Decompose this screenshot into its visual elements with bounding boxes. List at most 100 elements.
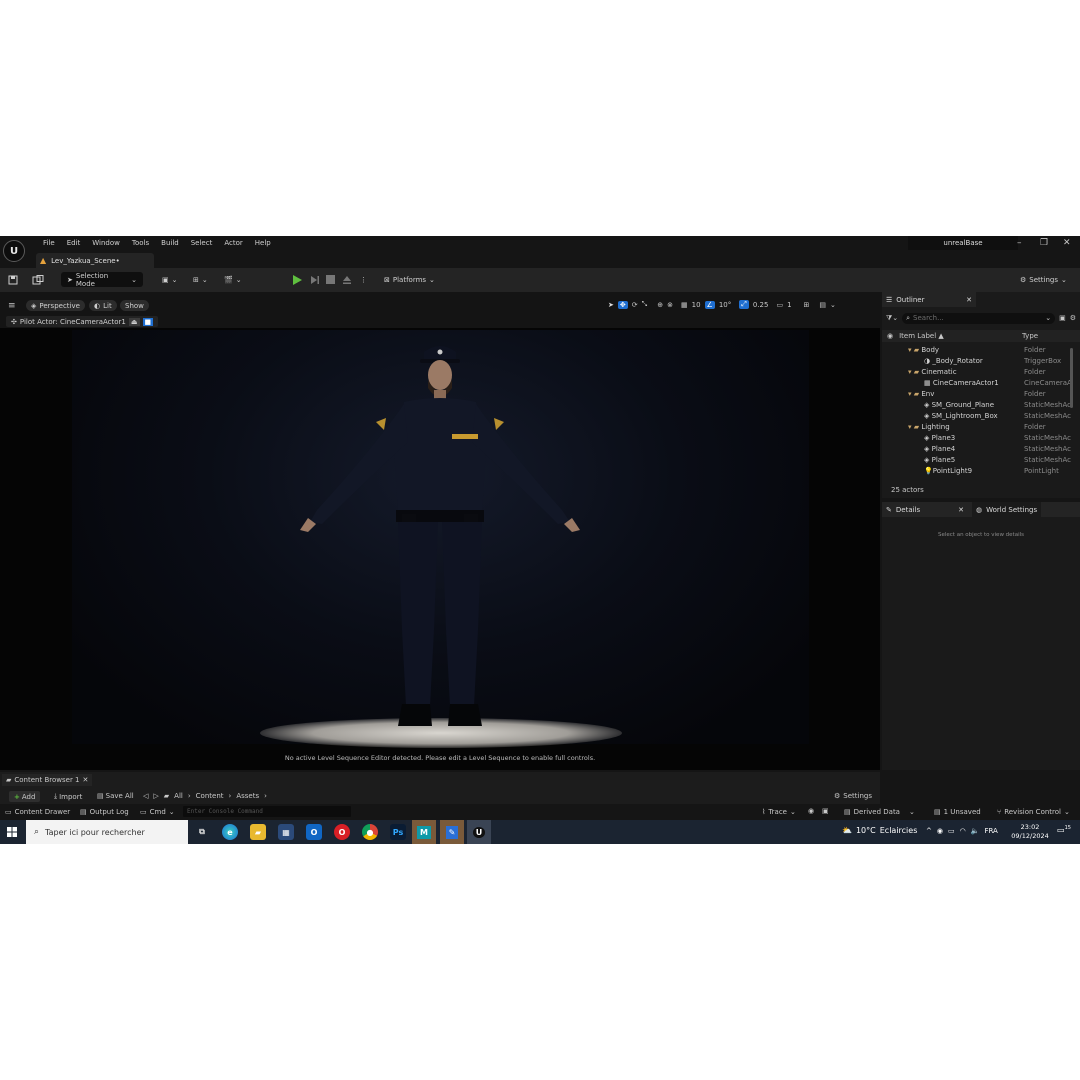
import-button[interactable]: ⤓ Import: [54, 792, 82, 801]
outliner-tab[interactable]: ☰ Outliner ✕: [882, 292, 976, 307]
outliner-row-pointlight9[interactable]: 💡PointLight9 PointLight: [882, 465, 1080, 476]
record-icon[interactable]: ◉: [808, 807, 814, 815]
camera-icon[interactable]: ■: [142, 317, 154, 326]
gear-icon[interactable]: ⚙: [1070, 314, 1076, 322]
outliner-row-lighting[interactable]: ▾ ▰ Lighting Folder: [882, 421, 1080, 432]
level-tab[interactable]: ▲ Lev_Yazkua_Scene•: [36, 253, 154, 268]
menu-file[interactable]: File: [37, 238, 61, 248]
outliner-row-cinecamera[interactable]: ▦ CineCameraActor1 CineCameraA: [882, 377, 1080, 388]
opera-icon[interactable]: O: [334, 824, 350, 840]
forward-icon[interactable]: ▷: [153, 792, 158, 800]
angle-value[interactable]: 10°: [719, 301, 731, 309]
language-label[interactable]: FRA: [984, 827, 997, 835]
content-settings-button[interactable]: ⚙ Settings: [834, 792, 872, 800]
grid-snap-icon[interactable]: ▦: [681, 301, 688, 309]
outliner-row-lightroom-box[interactable]: ◈ SM_Lightroom_Box StaticMeshAc: [882, 410, 1080, 421]
revision-control-dropdown[interactable]: ⑂ Revision Control ⌄: [997, 808, 1070, 816]
clock[interactable]: 23:02 09/12/2024: [1010, 823, 1050, 841]
chevron-up-icon[interactable]: ^: [926, 827, 932, 835]
maximize-viewport-icon[interactable]: ⊞: [804, 301, 810, 309]
back-icon[interactable]: ◁: [143, 792, 148, 800]
outliner-row-body[interactable]: ▾ ▰ Body Folder: [882, 344, 1080, 355]
settings-dropdown[interactable]: ⚙ Settings ⌄: [1020, 272, 1067, 287]
photoshop-icon[interactable]: Ps: [390, 824, 406, 840]
task-view-icon[interactable]: ⧉: [194, 824, 210, 840]
add-folder-icon[interactable]: ▣: [1059, 314, 1066, 322]
hamburger-menu-icon[interactable]: ≡: [8, 301, 16, 311]
volume-icon[interactable]: 🔈: [971, 827, 980, 835]
play-button[interactable]: [292, 272, 302, 287]
crumb-all[interactable]: All: [174, 792, 183, 800]
unreal-logo-icon[interactable]: U: [3, 240, 25, 262]
select-tool-icon[interactable]: ➤: [608, 301, 614, 309]
crumb-content[interactable]: Content: [196, 792, 224, 800]
outliner-row-body-rotator[interactable]: ◑ _Body_Rotator TriggerBox: [882, 355, 1080, 366]
details-tab[interactable]: ✎ Details ✕: [882, 502, 968, 517]
menu-tools[interactable]: Tools: [126, 238, 155, 248]
notifications-icon[interactable]: ▭15: [1057, 825, 1071, 835]
store-icon[interactable]: ▦: [278, 824, 294, 840]
close-tab-icon[interactable]: ✕: [83, 776, 89, 784]
step-icon[interactable]: [310, 272, 320, 287]
scale-tool-icon[interactable]: ⤡: [642, 300, 648, 309]
menu-actor[interactable]: Actor: [218, 238, 248, 248]
weather-widget[interactable]: ⛅ 10°C Eclaircies: [842, 826, 917, 835]
record-tray-icon[interactable]: ◉: [937, 827, 943, 835]
outliner-scrollbar[interactable]: [1070, 348, 1073, 408]
outliner-row-ground-plane[interactable]: ◈ SM_Ground_Plane StaticMeshAc: [882, 399, 1080, 410]
stop-icon[interactable]: [326, 272, 335, 287]
outliner-row-plane4[interactable]: ◈ Plane4 StaticMeshAc: [882, 443, 1080, 454]
tablet-app-icon[interactable]: ✎: [440, 820, 464, 844]
content-browser-tab[interactable]: ▰ Content Browser 1 ✕: [2, 774, 93, 786]
unreal-engine-taskbar-icon[interactable]: U: [467, 820, 491, 844]
content-drawer-button[interactable]: ▭ Content Drawer: [5, 808, 70, 816]
outliner-row-env[interactable]: ▾ ▰ Env Folder: [882, 388, 1080, 399]
outlook-icon[interactable]: O: [306, 824, 322, 840]
scale-value[interactable]: 0.25: [753, 301, 769, 309]
layout-icon[interactable]: ▤: [819, 301, 826, 309]
world-space-icon[interactable]: ⊕: [657, 301, 663, 309]
minimize-icon[interactable]: –: [1017, 238, 1022, 248]
show-button[interactable]: Show: [120, 300, 149, 311]
menu-select[interactable]: Select: [185, 238, 219, 248]
menu-help[interactable]: Help: [249, 238, 277, 248]
screenshot-icon[interactable]: ▣: [822, 807, 829, 815]
cmd-dropdown[interactable]: ▭ Cmd ⌄: [140, 808, 175, 816]
outliner-row-cinematic[interactable]: ▾ ▰ Cinematic Folder: [882, 366, 1080, 377]
camera-speed-value[interactable]: 1: [787, 301, 791, 309]
visibility-icon[interactable]: ◉: [887, 332, 893, 340]
trace-dropdown[interactable]: ⌇ Trace ⌄: [762, 808, 796, 816]
more-options-icon[interactable]: ⋮: [360, 272, 367, 287]
windows-start-icon[interactable]: [7, 827, 17, 839]
save-all-button[interactable]: ▤ Save All: [97, 792, 134, 800]
platforms-dropdown[interactable]: ⊠ Platforms ⌄: [384, 272, 435, 287]
menu-window[interactable]: Window: [86, 238, 126, 248]
level-viewport[interactable]: No active Level Sequence Editor detected…: [0, 328, 880, 770]
add-button[interactable]: + Add: [9, 791, 41, 802]
close-tab-icon[interactable]: ✕: [958, 506, 964, 514]
column-item-label[interactable]: Item Label ▲: [899, 332, 944, 340]
content-icon[interactable]: [32, 272, 44, 287]
save-icon[interactable]: [8, 272, 18, 287]
eject-pilot-icon[interactable]: ⏏: [128, 317, 140, 326]
rotate-tool-icon[interactable]: ⟳: [632, 301, 638, 309]
perspective-button[interactable]: ◈ Perspective: [26, 300, 85, 311]
menu-edit[interactable]: Edit: [61, 238, 87, 248]
outliner-row-plane5[interactable]: ◈ Plane5 StaticMeshAc: [882, 454, 1080, 465]
scale-snap-icon[interactable]: ⤢: [739, 300, 749, 309]
wifi-icon[interactable]: ◠: [960, 827, 966, 835]
taskbar-search-input[interactable]: ⌕ Taper ici pour rechercher: [26, 820, 188, 844]
edge-icon[interactable]: e: [222, 824, 238, 840]
angle-snap-icon[interactable]: ∠: [704, 300, 715, 309]
unsaved-button[interactable]: ▤ 1 Unsaved: [934, 808, 981, 816]
outliner-row-plane3[interactable]: ◈ Plane3 StaticMeshAc: [882, 432, 1080, 443]
close-icon[interactable]: ✕: [1063, 238, 1071, 248]
cinematics-button[interactable]: 🎬 ⌄: [224, 272, 242, 287]
chrome-icon[interactable]: ●: [362, 824, 378, 840]
file-explorer-icon[interactable]: ▰: [250, 824, 266, 840]
maya-icon[interactable]: M: [412, 820, 436, 844]
filter-icon[interactable]: ⧩⌄: [886, 314, 898, 323]
crumb-assets[interactable]: Assets: [236, 792, 259, 800]
close-tab-icon[interactable]: ✕: [966, 296, 972, 304]
derived-data-dropdown[interactable]: ▤ Derived Data ⌄: [844, 808, 915, 816]
